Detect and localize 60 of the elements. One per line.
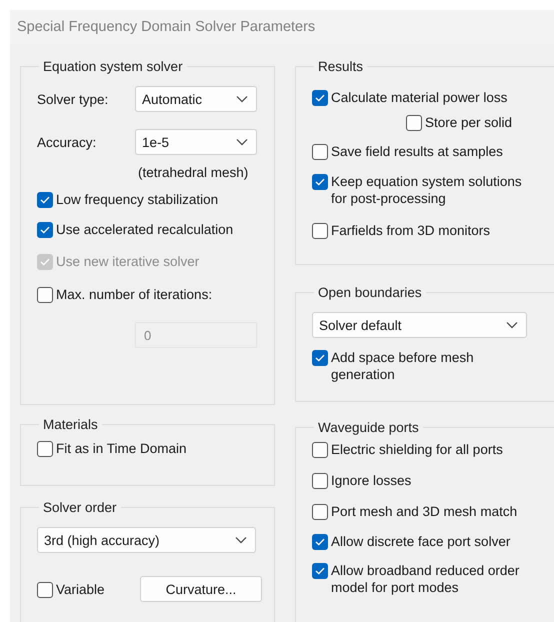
checkbox-label: Use new iterative solver (56, 253, 200, 270)
checkbox-label: Keep equation system solutions for post-processing (331, 173, 523, 207)
checkmark-icon (40, 196, 50, 204)
dropdown[interactable]: 3rd (high accuracy) (37, 527, 256, 553)
checkbox-label: Port mesh and 3D mesh match (331, 503, 518, 520)
checkbox[interactable] (312, 534, 328, 550)
checkbox[interactable] (312, 442, 328, 458)
checkbox[interactable] (406, 115, 422, 131)
field-label: Accuracy: (37, 134, 98, 150)
dropdown[interactable]: 1e-5 (135, 129, 257, 155)
checkmark-icon (40, 226, 50, 234)
checkbox-label: Store per solid (425, 114, 512, 131)
checkbox-label: Farfields from 3D monitors (331, 222, 492, 239)
dropdown[interactable]: Solver default (312, 312, 527, 338)
group-title: Materials (42, 417, 99, 432)
checkbox-label: Save field results at samples (331, 143, 504, 160)
checkbox-label: Variable (56, 580, 105, 598)
checkbox-label: Electric shielding for all ports (331, 441, 504, 458)
checkbox-label: Ignore losses (331, 472, 412, 489)
field-label: Solver type: (37, 92, 110, 106)
checkbox-label: Allow broadband reduced order model for port modes (331, 562, 520, 596)
chevron-down-icon (236, 138, 248, 146)
group-title: Waveguide ports (317, 420, 420, 435)
checkbox[interactable] (312, 473, 328, 489)
group-title: Equation system solver (42, 59, 184, 74)
checkmark-icon (315, 567, 325, 575)
checkbox[interactable] (312, 174, 328, 190)
checkbox-label: Calculate material power loss (331, 89, 508, 106)
checkbox[interactable] (37, 222, 53, 238)
group-title: Open boundaries (317, 285, 423, 300)
checkmark-icon (315, 538, 325, 546)
checkbox[interactable] (312, 350, 328, 366)
group-title: Solver order (42, 500, 118, 515)
checkbox[interactable] (312, 90, 328, 106)
chevron-down-icon (506, 321, 518, 329)
chevron-down-icon (236, 95, 248, 103)
checkmark-icon (315, 354, 325, 362)
checkbox-label: Use accelerated recalculation (56, 221, 234, 238)
group-title: Results (317, 59, 364, 74)
checkbox[interactable] (312, 144, 328, 160)
dropdown[interactable]: Automatic (135, 86, 257, 112)
checkbox[interactable] (312, 223, 328, 239)
curvature-button[interactable]: Curvature... (140, 576, 262, 602)
checkbox-label: Low frequency stabilization (56, 191, 218, 208)
checkmark-icon (315, 178, 325, 186)
checkbox-label: Add space before mesh generation (331, 349, 475, 383)
checkbox[interactable] (312, 563, 328, 579)
checkbox-label: Allow discrete face port solver (331, 533, 512, 550)
checkbox[interactable] (312, 504, 328, 520)
checkmark-icon (40, 258, 50, 266)
checkbox[interactable] (37, 287, 53, 303)
window-title: Special Frequency Domain Solver Parameters (17, 19, 316, 35)
checkbox[interactable] (37, 582, 53, 598)
checkbox[interactable] (37, 192, 53, 208)
chevron-down-icon (235, 536, 247, 544)
checkmark-icon (315, 94, 325, 102)
checkbox-label: Max. number of iterations: (56, 286, 212, 303)
checkbox-label: Fit as in Time Domain (56, 440, 187, 457)
checkbox[interactable] (37, 441, 53, 457)
hint-text: (tetrahedral mesh) (138, 165, 250, 180)
